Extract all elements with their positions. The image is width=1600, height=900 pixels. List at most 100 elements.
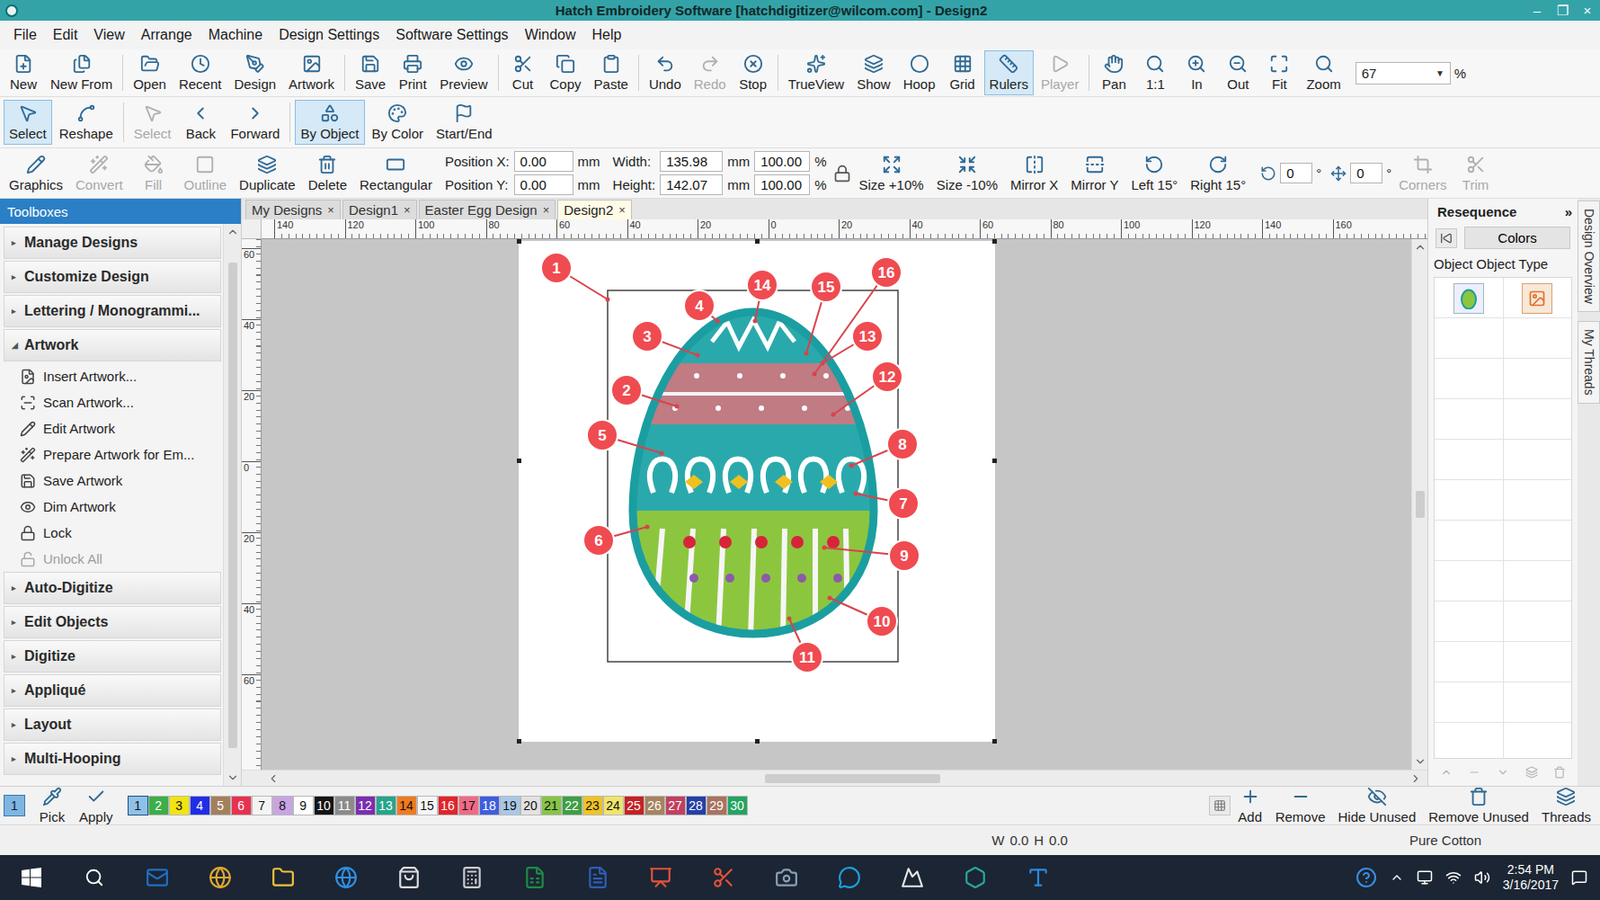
taskbar-app[interactable] bbox=[943, 854, 1007, 900]
color-swatch[interactable]: 2 bbox=[148, 795, 169, 816]
toolbar-button[interactable]: Grid bbox=[942, 50, 983, 96]
color-swatch[interactable]: 19 bbox=[499, 795, 521, 816]
palette-action-button[interactable]: Remove Unused bbox=[1422, 782, 1535, 828]
window-control[interactable]: × bbox=[1574, 2, 1600, 18]
side-tab[interactable]: My Threads bbox=[1577, 320, 1600, 404]
color-swatch[interactable]: 5 bbox=[210, 795, 232, 816]
taskbar-app[interactable] bbox=[440, 854, 504, 900]
toolbox-subitem[interactable]: Save Artwork bbox=[3, 467, 222, 494]
toolbar-button[interactable]: Rulers bbox=[984, 50, 1034, 96]
toolbox-subitem[interactable]: Insert Artwork... bbox=[3, 363, 222, 390]
color-swatch[interactable]: 16 bbox=[437, 795, 459, 816]
menu-item[interactable]: Window bbox=[516, 23, 585, 47]
proportion-lock-icon[interactable] bbox=[833, 164, 852, 183]
color-swatch[interactable]: 21 bbox=[541, 795, 562, 816]
toolbox-item[interactable]: ▸Manage Designs bbox=[3, 226, 222, 259]
selection-handle[interactable] bbox=[992, 239, 997, 244]
position-field[interactable]: 0.00 bbox=[514, 151, 574, 172]
zoom-field[interactable]: 67▼ bbox=[1355, 62, 1451, 85]
document-tab[interactable]: Design2× bbox=[557, 199, 632, 220]
color-swatch[interactable]: 20 bbox=[520, 795, 542, 816]
toolbar-button[interactable]: Player bbox=[1035, 50, 1085, 96]
palette-action-button[interactable]: Add bbox=[1232, 782, 1269, 828]
panel-action-icon[interactable] bbox=[1496, 765, 1510, 779]
toolbar-button[interactable]: New From bbox=[44, 50, 118, 96]
object-type-thumbnail[interactable] bbox=[1521, 283, 1553, 314]
edit-tool-button[interactable]: Reshape bbox=[53, 99, 119, 145]
menu-item[interactable]: Arrange bbox=[133, 23, 201, 47]
color-swatch[interactable]: 27 bbox=[665, 795, 686, 816]
tab-close[interactable]: × bbox=[403, 203, 411, 217]
color-swatch[interactable]: 4 bbox=[189, 795, 211, 816]
taskbar-app[interactable] bbox=[125, 854, 189, 900]
toolbar-button[interactable]: 1:1 bbox=[1135, 50, 1175, 96]
object-thumbnail[interactable] bbox=[1453, 283, 1485, 314]
menu-item[interactable]: Machine bbox=[200, 23, 271, 47]
panel-expand[interactable]: » bbox=[1564, 204, 1573, 220]
object-tool-button[interactable]: Trim bbox=[1454, 151, 1498, 196]
toolbox-subitem[interactable]: Unlock All bbox=[3, 545, 222, 572]
palette-options-button[interactable] bbox=[1208, 795, 1231, 816]
menu-item[interactable]: Design Settings bbox=[270, 23, 388, 47]
menu-item[interactable]: View bbox=[85, 23, 133, 47]
color-swatch[interactable]: 3 bbox=[168, 795, 190, 816]
first-object-button[interactable] bbox=[1435, 228, 1458, 249]
size-field[interactable]: 135.98 bbox=[659, 151, 723, 172]
transform-button[interactable]: Left 15° bbox=[1125, 151, 1183, 196]
panel-action-icon[interactable] bbox=[1525, 765, 1538, 779]
taskbar-app[interactable] bbox=[503, 854, 567, 900]
color-swatch[interactable]: 28 bbox=[685, 795, 707, 816]
color-swatch[interactable]: 24 bbox=[603, 795, 624, 816]
taskbar-app[interactable] bbox=[566, 854, 630, 900]
toolbar-button[interactable]: Fit bbox=[1259, 50, 1299, 96]
color-swatch[interactable]: 11 bbox=[334, 795, 356, 816]
colors-button[interactable]: Colors bbox=[1464, 226, 1571, 249]
edit-tool-button[interactable]: By Color bbox=[366, 99, 430, 145]
canvas[interactable]: 12345678910111213141516 bbox=[261, 239, 1412, 770]
color-swatch[interactable]: 22 bbox=[561, 795, 583, 816]
percent-field[interactable]: 100.00 bbox=[754, 151, 810, 172]
color-swatch[interactable]: 29 bbox=[706, 795, 728, 816]
palette-action-button[interactable]: Hide Unused bbox=[1333, 782, 1423, 828]
toolbar-button[interactable]: Out bbox=[1217, 50, 1258, 96]
selection-handle[interactable] bbox=[516, 239, 522, 244]
wifi-icon[interactable] bbox=[1445, 869, 1462, 886]
toolbar-button[interactable]: Pan bbox=[1093, 50, 1134, 96]
selection-handle[interactable] bbox=[755, 738, 760, 744]
canvas-vscrollbar[interactable] bbox=[1411, 239, 1428, 770]
object-tool-button[interactable]: Graphics bbox=[3, 151, 69, 196]
edit-tool-button[interactable]: Select bbox=[3, 99, 53, 145]
selection-handle[interactable] bbox=[516, 458, 522, 463]
object-tool-button[interactable]: Duplicate bbox=[233, 151, 302, 196]
selection-handle[interactable] bbox=[755, 239, 760, 244]
clock[interactable]: 2:54 PM3/16/2017 bbox=[1502, 862, 1559, 894]
color-swatch[interactable]: 25 bbox=[623, 795, 645, 816]
toolbox-subitem[interactable]: Scan Artwork... bbox=[3, 389, 222, 416]
taskbar-app[interactable] bbox=[755, 854, 818, 900]
color-swatch[interactable]: 23 bbox=[582, 795, 604, 816]
toolbox-item[interactable]: ▸Appliqué bbox=[3, 674, 222, 707]
toolbar-button[interactable]: Undo bbox=[643, 50, 687, 96]
taskbar-app[interactable] bbox=[692, 854, 756, 900]
toolbar-button[interactable]: Zoom bbox=[1300, 50, 1346, 96]
toolbox-item[interactable]: ◢Artwork bbox=[3, 328, 222, 362]
transform-button[interactable]: Size +10% bbox=[853, 151, 929, 196]
toolbar-button[interactable]: Show bbox=[851, 50, 897, 96]
panel-action-icon[interactable] bbox=[1467, 765, 1481, 779]
color-swatch[interactable]: 7 bbox=[251, 795, 273, 816]
toolbar-button[interactable]: In bbox=[1176, 50, 1217, 96]
taskbar-app[interactable] bbox=[314, 854, 378, 900]
toolbar-button[interactable]: Hoop bbox=[897, 50, 942, 96]
color-swatch[interactable]: 14 bbox=[396, 795, 418, 816]
toolbox-item[interactable]: ▸Edit Objects bbox=[3, 605, 222, 639]
color-swatch[interactable]: 12 bbox=[355, 795, 376, 816]
color-swatch[interactable]: 1 bbox=[127, 795, 149, 816]
taskbar-app[interactable] bbox=[880, 854, 944, 900]
toolbar-button[interactable]: Recent bbox=[173, 50, 228, 96]
network-icon[interactable] bbox=[1416, 869, 1433, 886]
object-tool-button[interactable]: Convert bbox=[70, 151, 129, 196]
help-icon[interactable] bbox=[1355, 866, 1378, 889]
panel-action-icon[interactable] bbox=[1553, 765, 1566, 779]
toolbar-button[interactable]: Save bbox=[349, 50, 392, 96]
menu-item[interactable]: Software Settings bbox=[387, 23, 516, 47]
